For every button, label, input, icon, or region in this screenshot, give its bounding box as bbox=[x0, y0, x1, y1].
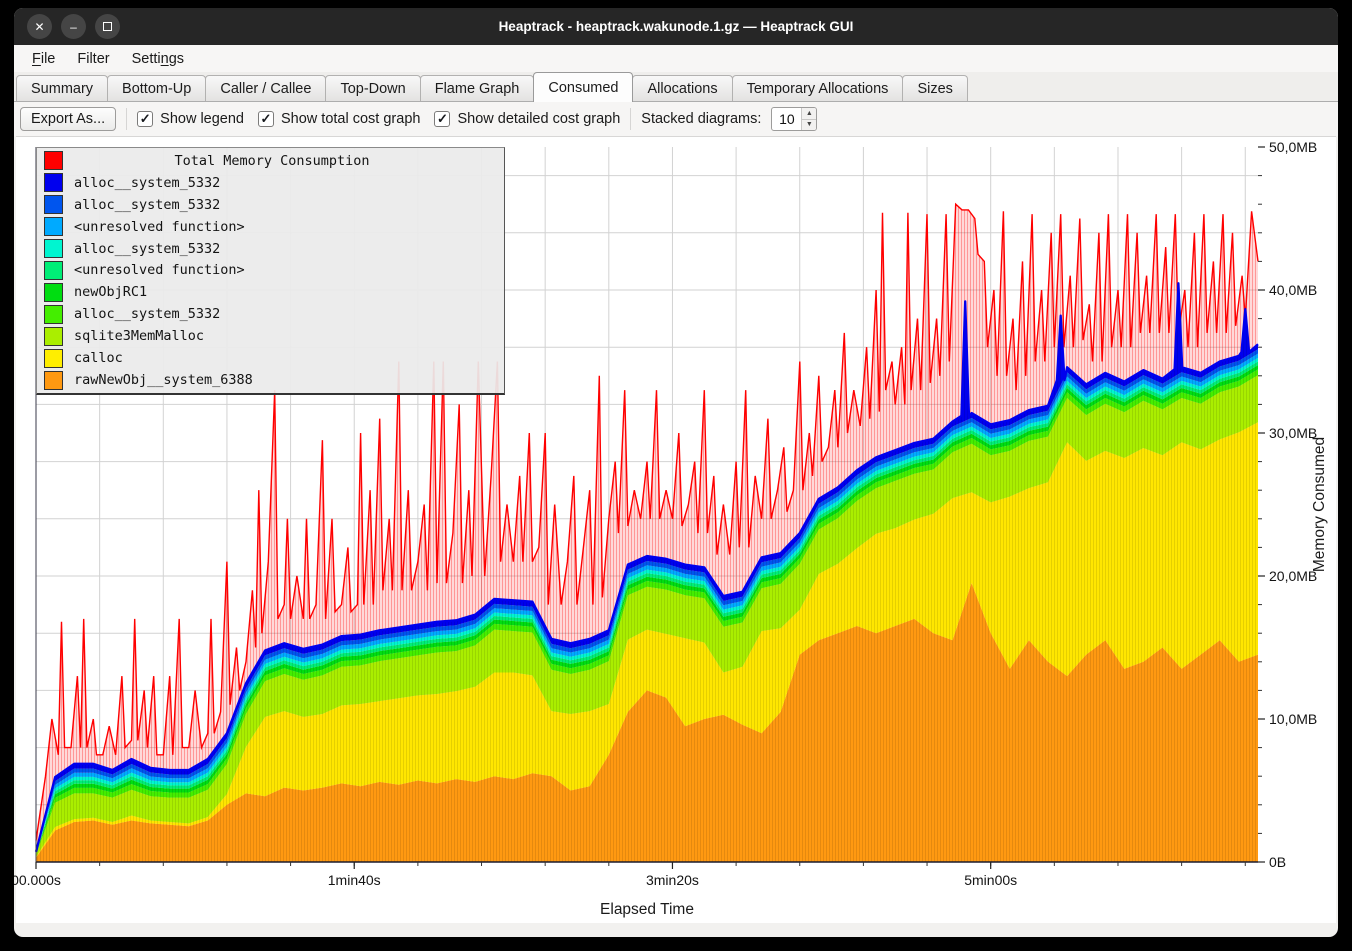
checkbox-show-total-cost-graph[interactable]: ✓ Show total cost graph bbox=[258, 111, 420, 127]
legend-label: rawNewObj__system_6388 bbox=[74, 372, 253, 388]
screen: ✕– Heaptrack - heaptrack.wakunode.1.gz —… bbox=[0, 0, 1352, 951]
title-bar: ✕– Heaptrack - heaptrack.wakunode.1.gz —… bbox=[14, 8, 1338, 45]
legend-item: alloc__system_5332 bbox=[41, 172, 500, 194]
tab-sizes[interactable]: Sizes bbox=[902, 75, 967, 101]
stacked-diagrams-spinbox[interactable]: 10 ▲ ▼ bbox=[771, 107, 817, 131]
legend-item: calloc bbox=[41, 347, 500, 369]
x-tick-label: 5min00s bbox=[964, 872, 1017, 888]
legend-label: <unresolved function> bbox=[74, 219, 245, 235]
legend-item: alloc__system_5332 bbox=[41, 194, 500, 216]
checkbox-label: Show detailed cost graph bbox=[457, 111, 620, 127]
legend-item: <unresolved function> bbox=[41, 216, 500, 238]
tab-bottom-up[interactable]: Bottom-Up bbox=[107, 75, 206, 101]
y-tick-label: 10,0MB bbox=[1269, 711, 1317, 727]
toolbar-separator bbox=[630, 108, 631, 130]
legend-label: alloc__system_5332 bbox=[74, 175, 220, 191]
legend-item: alloc__system_5332 bbox=[41, 303, 500, 325]
spin-up-icon[interactable]: ▲ bbox=[802, 108, 816, 120]
checkbox-icon[interactable]: ✓ bbox=[258, 111, 274, 127]
spinbox-value: 10 bbox=[772, 108, 801, 130]
menu-file[interactable]: File bbox=[22, 48, 65, 70]
legend-swatch-icon bbox=[44, 327, 63, 346]
menu-settings[interactable]: Settings bbox=[122, 48, 194, 70]
legend-swatch-icon bbox=[44, 349, 63, 368]
y-tick-label: 0B bbox=[1269, 854, 1286, 870]
legend-item: newObjRC1 bbox=[41, 281, 500, 303]
checkbox-icon[interactable]: ✓ bbox=[434, 111, 450, 127]
legend-item: alloc__system_5332 bbox=[41, 238, 500, 260]
toolbar: Export As... ✓ Show legend ✓ Show total cos… bbox=[14, 102, 1338, 136]
stacked-diagrams-label: Stacked diagrams: bbox=[641, 111, 761, 127]
legend-swatch-icon bbox=[44, 173, 63, 192]
legend-label: calloc bbox=[74, 350, 123, 366]
legend-label: sqlite3MemMalloc bbox=[74, 328, 204, 344]
y-tick-label: 40,0MB bbox=[1269, 282, 1317, 298]
legend-swatch-icon bbox=[44, 239, 63, 258]
legend-item: sqlite3MemMalloc bbox=[41, 325, 500, 347]
x-tick-label: 1min40s bbox=[328, 872, 381, 888]
y-axis-title: Memory Consumed bbox=[1311, 437, 1328, 572]
legend-title-row: Total Memory Consumption bbox=[41, 150, 500, 172]
x-tick-label: 3min20s bbox=[646, 872, 699, 888]
tab-caller-callee[interactable]: Caller / Callee bbox=[205, 75, 326, 101]
checkbox-label: Show legend bbox=[160, 111, 244, 127]
checkbox-show-detailed-cost-graph[interactable]: ✓ Show detailed cost graph bbox=[434, 111, 620, 127]
tab-top-down[interactable]: Top-Down bbox=[325, 75, 420, 101]
legend-label: Total Memory Consumption bbox=[74, 153, 500, 169]
tab-consumed[interactable]: Consumed bbox=[533, 72, 633, 102]
window-title: Heaptrack - heaptrack.wakunode.1.gz — He… bbox=[14, 8, 1338, 45]
toolbar-separator bbox=[126, 108, 127, 130]
tab-bar: SummaryBottom-UpCaller / CalleeTop-DownF… bbox=[14, 72, 1338, 102]
legend-label: alloc__system_5332 bbox=[74, 306, 220, 322]
y-tick-label: 30,0MB bbox=[1269, 425, 1317, 441]
tab-temporary-allocations[interactable]: Temporary Allocations bbox=[732, 75, 904, 101]
x-tick-label: 00.000s bbox=[14, 872, 61, 888]
menu-bar: FileFilterSettings bbox=[14, 45, 1338, 72]
legend-label: <unresolved function> bbox=[74, 262, 245, 278]
legend-item: <unresolved function> bbox=[41, 260, 500, 282]
checkbox-label: Show total cost graph bbox=[281, 111, 420, 127]
legend-label: alloc__system_5332 bbox=[74, 241, 220, 257]
legend-label: alloc__system_5332 bbox=[74, 197, 220, 213]
tab-flame-graph[interactable]: Flame Graph bbox=[420, 75, 535, 101]
legend-swatch-icon bbox=[44, 195, 63, 214]
y-tick-label: 20,0MB bbox=[1269, 568, 1317, 584]
checkbox-show-legend[interactable]: ✓ Show legend bbox=[137, 111, 244, 127]
legend-item: rawNewObj__system_6388 bbox=[41, 369, 500, 391]
tab-allocations[interactable]: Allocations bbox=[632, 75, 732, 101]
menu-filter[interactable]: Filter bbox=[67, 48, 119, 70]
checkbox-icon[interactable]: ✓ bbox=[137, 111, 153, 127]
y-tick-label: 50,0MB bbox=[1269, 139, 1317, 155]
export-as-button[interactable]: Export As... bbox=[20, 107, 116, 131]
legend-swatch-icon bbox=[44, 305, 63, 324]
legend-swatch-icon bbox=[44, 261, 63, 280]
spin-down-icon[interactable]: ▼ bbox=[802, 120, 816, 131]
legend-swatch-icon bbox=[44, 371, 63, 390]
x-axis-title: Elapsed Time bbox=[600, 901, 694, 918]
heaptrack-window: ✕– Heaptrack - heaptrack.wakunode.1.gz —… bbox=[14, 8, 1338, 937]
legend-swatch-icon bbox=[44, 151, 63, 170]
legend-swatch-icon bbox=[44, 283, 63, 302]
legend-label: newObjRC1 bbox=[74, 284, 147, 300]
chart-legend: Total Memory Consumption alloc__system_53… bbox=[36, 147, 505, 395]
tab-summary[interactable]: Summary bbox=[16, 75, 108, 101]
consumed-chart-panel: 00.000s 1min40s 3min20s 5min00s 0B 10,0MB 20,0… bbox=[16, 136, 1336, 923]
legend-swatch-icon bbox=[44, 217, 63, 236]
